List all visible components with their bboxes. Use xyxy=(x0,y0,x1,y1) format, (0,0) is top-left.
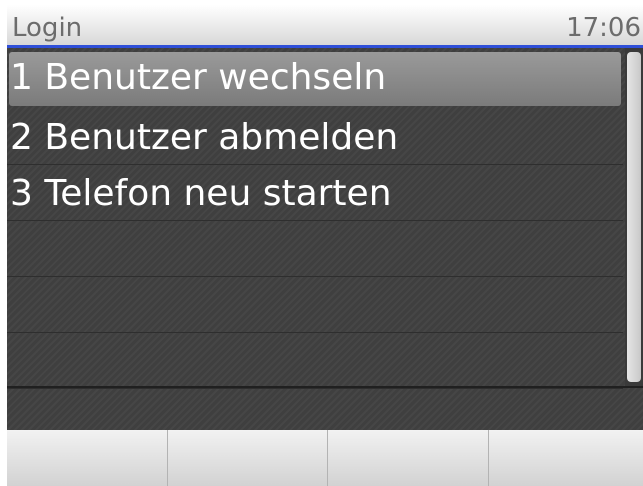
menu-row-empty xyxy=(7,277,623,333)
scrollbar-thumb[interactable] xyxy=(627,52,641,382)
title-bar: Login 17:06 xyxy=(7,5,643,45)
menu-list: 1 Benutzer wechseln 2 Benutzer abmelden … xyxy=(7,48,623,390)
menu-row-empty xyxy=(7,221,623,277)
status-divider xyxy=(7,386,643,388)
phone-screen: Login 17:06 1 Benutzer wechseln 2 Benutz… xyxy=(7,5,643,486)
screen-title: Login xyxy=(12,13,83,43)
menu-item-restart-phone[interactable]: 3 Telefon neu starten xyxy=(7,165,623,221)
softkey-2[interactable] xyxy=(168,430,328,486)
menu-item-logout[interactable]: 2 Benutzer abmelden xyxy=(7,109,623,165)
softkey-3[interactable] xyxy=(328,430,489,486)
menu-item-switch-user[interactable]: 1 Benutzer wechseln xyxy=(9,52,621,106)
softkey-4[interactable] xyxy=(489,430,643,486)
softkey-1[interactable] xyxy=(7,430,168,486)
menu-item-label: 3 Telefon neu starten xyxy=(10,173,392,214)
softkey-bar xyxy=(7,430,643,486)
menu-item-label: 1 Benutzer wechseln xyxy=(10,57,387,98)
clock: 17:06 xyxy=(566,13,641,43)
menu-item-label: 2 Benutzer abmelden xyxy=(10,117,399,158)
menu-row-empty xyxy=(7,333,623,389)
